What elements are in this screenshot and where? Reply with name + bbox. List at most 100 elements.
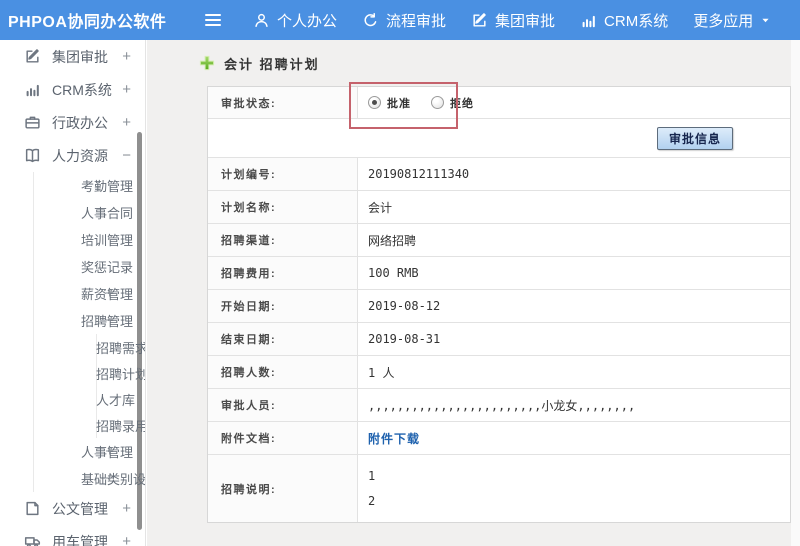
nav-item-label: 个人办公 [277, 12, 338, 30]
field-row-9: 附件文档: 附件下载 [208, 422, 790, 455]
sidebar-item-label: 人力资源 [52, 147, 108, 164]
field-row-8: 审批人员: ,,,,,,,,,,,,,,,,,,,,,,,,小龙女,,,,,,,, [208, 389, 790, 422]
menu-toggle-icon[interactable] [205, 14, 221, 26]
expand-icon[interactable]: + [122, 113, 131, 130]
sidebar-item-7[interactable]: 培训管理 [0, 226, 145, 253]
sidebar-item-label: 公文管理 [52, 500, 108, 517]
sidebar-item-15[interactable]: 人事管理 + [0, 438, 145, 465]
truck-icon [24, 533, 41, 546]
field-label: 招聘渠道: [208, 224, 358, 256]
reject-radio-label: 拒绝 [450, 96, 474, 110]
sidebar-item-label: CRM系统 [52, 81, 112, 98]
sidebar-item-label: 招聘录用 [96, 418, 145, 434]
sidebar-item-label: 招聘需求 [96, 340, 145, 356]
field-value-line: 1 [368, 469, 376, 483]
nav-item-1[interactable]: 个人办公 [253, 10, 337, 31]
field-label: 计划名称: [208, 191, 358, 223]
approve-radio[interactable] [368, 96, 381, 109]
collapse-icon[interactable]: − [105, 311, 114, 328]
nav-item-label: 更多应用 [693, 12, 754, 30]
field-value: 20190812111340 [368, 167, 470, 181]
bar-chart-icon [580, 12, 597, 29]
sidebar-item-3[interactable]: 行政办公 + [0, 106, 145, 139]
field-value: 1 人 [368, 365, 395, 380]
sidebar-item-label: 招聘计划 [96, 366, 145, 382]
person-icon [253, 12, 270, 29]
nav-item-label: CRM系统 [604, 12, 669, 30]
field-value: 会计 [368, 200, 393, 215]
field-value: ,,,,,,,,,,,,,,,,,,,,,,,,小龙女,,,,,,,, [368, 398, 636, 413]
content-right-gutter [791, 40, 800, 546]
field-value-line: 2 [368, 494, 376, 508]
expand-icon[interactable]: + [105, 442, 114, 459]
green-plus-icon [199, 55, 215, 71]
sidebar-item-16[interactable]: 基础类别设置+ [0, 465, 145, 492]
sidebar: 集团审批 + CRM系统 + 行政办公 + 人力资源 − 考勤管理 人事合同 培训管理 奖惩记录 薪资管… [0, 40, 146, 546]
sidebar-item-9[interactable]: 薪资管理 + [0, 280, 145, 307]
nav-item-5[interactable]: 更多应用 [693, 10, 771, 31]
approval-info-row: 审批信息 [208, 119, 790, 158]
field-row-3: 招聘渠道: 网络招聘 [208, 224, 790, 257]
expand-icon[interactable]: + [105, 284, 114, 301]
sidebar-item-14[interactable]: 招聘录用 [0, 412, 145, 438]
sidebar-item-10[interactable]: 招聘管理 − [0, 307, 145, 334]
sidebar-item-8[interactable]: 奖惩记录 [0, 253, 145, 280]
sidebar-item-label: 用车管理 [52, 533, 108, 546]
approval-info-button[interactable]: 审批信息 [656, 126, 733, 150]
field-value: 2019-08-31 [368, 332, 441, 346]
reject-radio[interactable] [431, 96, 444, 109]
sidebar-item-17[interactable]: 公文管理 + [0, 492, 145, 525]
sidebar-item-label: 人才库 [96, 392, 136, 408]
book-icon [24, 147, 41, 164]
reject-option: 拒绝 [431, 95, 474, 111]
nav-item-label: 流程审批 [386, 12, 447, 30]
field-label: 审批状态: [208, 87, 358, 118]
bar-chart-icon [24, 81, 41, 98]
field-value: 附件下载 [358, 422, 790, 454]
field-row-5: 开始日期: 2019-08-12 [208, 290, 790, 323]
sidebar-item-label: 人事合同 [81, 206, 134, 221]
expand-icon[interactable]: + [122, 80, 131, 97]
nav-item-3[interactable]: 集团审批 [471, 10, 555, 31]
approval-radio-group: 批准 拒绝 [368, 95, 486, 111]
field-label: 结束日期: [208, 323, 358, 355]
expand-icon[interactable]: + [122, 47, 131, 64]
document-icon [24, 500, 41, 517]
field-row-6: 结束日期: 2019-08-31 [208, 323, 790, 356]
field-value: 2019-08-12 [368, 299, 441, 313]
page-header: 会计 招聘计划 [199, 51, 320, 75]
process-arrow-icon [362, 12, 379, 29]
field-value: 100 RMB [368, 266, 419, 280]
edit-icon [471, 12, 488, 29]
approve-option: 批准 [368, 95, 411, 111]
sidebar-item-label: 考勤管理 [81, 179, 134, 194]
expand-icon[interactable]: + [122, 532, 131, 546]
expand-icon[interactable]: + [105, 469, 114, 486]
sidebar-item-2[interactable]: CRM系统 + [0, 73, 145, 106]
field-label: 附件文档: [208, 422, 358, 454]
sidebar-item-6[interactable]: 人事合同 [0, 199, 145, 226]
field-label: 审批人员: [208, 389, 358, 421]
attachment-download-link[interactable]: 附件下载 [368, 430, 420, 447]
field-label: 开始日期: [208, 290, 358, 322]
app-title: PHPOA协同办公软件 [8, 14, 167, 31]
sidebar-item-12[interactable]: 招聘计划 [0, 360, 145, 386]
expand-icon[interactable]: + [122, 499, 131, 516]
top-navbar: PHPOA协同办公软件 个人办公 流程审批 集团审批 CRM系统 更多应用 [0, 0, 800, 40]
nav-item-2[interactable]: 流程审批 [362, 10, 446, 31]
collapse-icon[interactable]: − [122, 146, 131, 163]
sidebar-item-18[interactable]: 用车管理 + [0, 525, 145, 546]
field-label: 计划编号: [208, 158, 358, 190]
sidebar-item-11[interactable]: 招聘需求 [0, 334, 145, 360]
approval-form-table: 审批状态: 批准 拒绝 审批信息 计划编号: 20190812111340 计划名 [207, 86, 791, 523]
nav-item-4[interactable]: CRM系统 [580, 10, 668, 31]
sidebar-item-4[interactable]: 人力资源 − [0, 139, 145, 172]
sidebar-item-1[interactable]: 集团审批 + [0, 40, 145, 73]
field-row-2: 计划名称: 会计 [208, 191, 790, 224]
approve-radio-label: 批准 [387, 96, 411, 110]
field-label: 招聘人数: [208, 356, 358, 388]
approval-status-row: 审批状态: 批准 拒绝 [208, 87, 790, 119]
sidebar-item-5[interactable]: 考勤管理 [0, 172, 145, 199]
sidebar-item-13[interactable]: 人才库 [0, 386, 145, 412]
field-label: 招聘说明: [208, 455, 358, 522]
